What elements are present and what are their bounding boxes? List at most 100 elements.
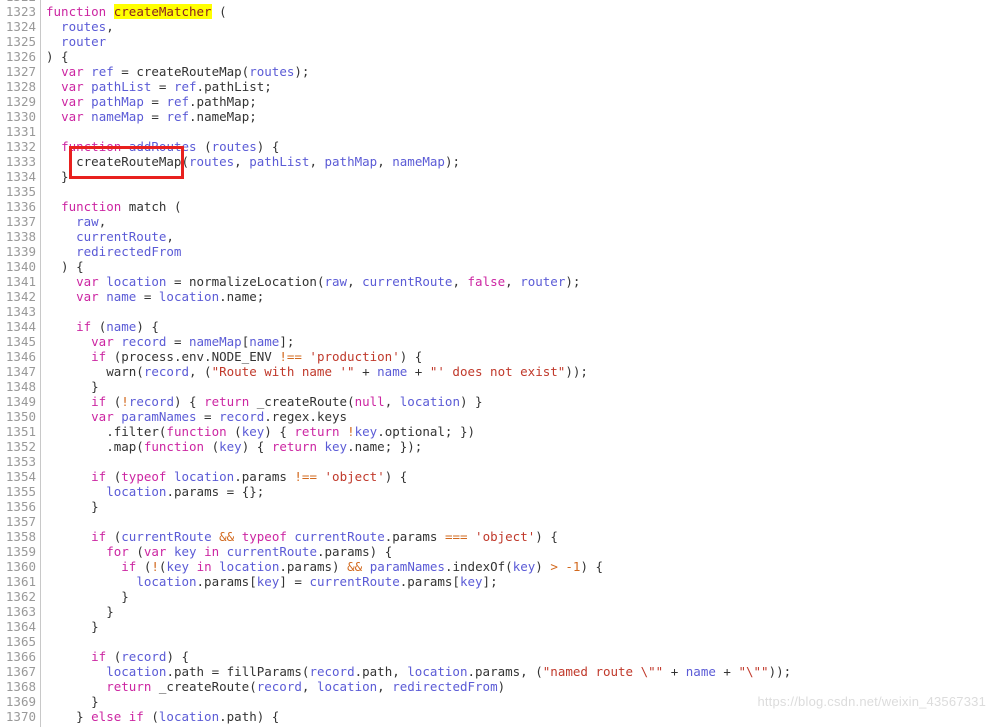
code-line[interactable]: 1338 currentRoute, <box>0 229 994 244</box>
code-token: === <box>444 529 468 544</box>
code-line[interactable]: 1332 function addRoutes (routes) { <box>0 139 994 154</box>
code-line[interactable]: 1333 createRouteMap(routes, pathList, pa… <box>0 154 994 169</box>
code-line[interactable]: 1346 if (process.env.NODE_ENV !== 'produ… <box>0 349 994 364</box>
code-line[interactable]: 1350 var paramNames = record.regex.keys <box>0 409 994 424</box>
code-token: key <box>324 439 348 454</box>
code-line[interactable]: 1361 location.params[key] = currentRoute… <box>0 574 994 589</box>
code-line[interactable]: 1327 var ref = createRouteMap(routes); <box>0 64 994 79</box>
code-line[interactable]: 1366 if (record) { <box>0 649 994 664</box>
code-token: createRouteMap( <box>46 154 189 169</box>
code-line-text: } <box>36 499 99 514</box>
code-token: .optional; }) <box>377 424 476 439</box>
code-line-text: for (var key in currentRoute.params) { <box>36 544 392 559</box>
code-line[interactable]: 1363 } <box>0 604 994 619</box>
code-token: routes <box>189 154 235 169</box>
code-line-list[interactable]: 13221323function createMatcher (1324 rou… <box>0 0 994 724</box>
code-token: , <box>106 19 114 34</box>
code-token: in <box>196 559 212 574</box>
code-line-text: raw, <box>36 214 106 229</box>
code-line[interactable]: 1343 <box>0 304 994 319</box>
code-token: .regex.keys <box>264 409 348 424</box>
code-token: = <box>136 289 159 304</box>
code-token: ref <box>166 109 190 124</box>
code-token: = createRouteMap( <box>113 64 250 79</box>
line-number: 1357 <box>5 514 36 529</box>
code-line[interactable]: 1359 for (var key in currentRoute.params… <box>0 544 994 559</box>
code-line[interactable]: 1349 if (!record) { return _createRoute(… <box>0 394 994 409</box>
code-token: , <box>234 154 250 169</box>
code-token: .indexOf( <box>444 559 513 574</box>
code-token: function <box>166 424 227 439</box>
code-line[interactable]: 1339 redirectedFrom <box>0 244 994 259</box>
code-line[interactable]: 1353 <box>0 454 994 469</box>
code-token: .name; }); <box>347 439 423 454</box>
code-token: if <box>121 559 137 574</box>
code-token: } <box>46 604 114 619</box>
code-line[interactable]: 1330 var nameMap = ref.nameMap; <box>0 109 994 124</box>
code-token: var <box>91 409 114 424</box>
code-line[interactable]: 1354 if (typeof location.params !== 'obj… <box>0 469 994 484</box>
code-line[interactable]: 1344 if (name) { <box>0 319 994 334</box>
code-token: currentRoute <box>226 544 317 559</box>
code-line[interactable]: 1352 .map(function (key) { return key.na… <box>0 439 994 454</box>
code-line[interactable]: 1334 } <box>0 169 994 184</box>
code-line-text: if (name) { <box>36 319 159 334</box>
code-token: return <box>294 424 340 439</box>
code-line[interactable]: 1368 return _createRoute(record, locatio… <box>0 679 994 694</box>
code-line[interactable]: 1331 <box>0 124 994 139</box>
code-line-text: } <box>36 169 69 184</box>
code-line[interactable]: 1329 var pathMap = ref.pathMap; <box>0 94 994 109</box>
code-line-text: .filter(function (key) { return !key.opt… <box>36 424 475 439</box>
code-line[interactable]: 1342 var name = location.name; <box>0 289 994 304</box>
line-number: 1323 <box>5 4 36 19</box>
code-token: _createRoute( <box>249 394 355 409</box>
code-line[interactable]: 1362 } <box>0 589 994 604</box>
code-line[interactable]: 1326) { <box>0 49 994 64</box>
code-viewer[interactable]: 13221323function createMatcher (1324 rou… <box>0 0 994 727</box>
code-line[interactable]: 1358 if (currentRoute && typeof currentR… <box>0 529 994 544</box>
code-token: } <box>46 499 99 514</box>
code-line[interactable]: 1364 } <box>0 619 994 634</box>
code-line[interactable]: 1328 var pathList = ref.pathList; <box>0 79 994 94</box>
code-line[interactable]: 1324 routes, <box>0 19 994 34</box>
code-line[interactable]: 1341 var location = normalizeLocation(ra… <box>0 274 994 289</box>
code-line[interactable]: 1370 } else if (location.path) { <box>0 709 994 724</box>
code-line[interactable]: 1348 } <box>0 379 994 394</box>
code-token: location <box>158 289 220 304</box>
line-number: 1362 <box>5 589 36 604</box>
code-line[interactable]: 1347 warn(record, ("Route with name '" +… <box>0 364 994 379</box>
code-line[interactable]: 1335 <box>0 184 994 199</box>
code-token: ) { <box>136 319 159 334</box>
code-token: )); <box>768 664 792 679</box>
code-token: ); <box>565 274 581 289</box>
code-line[interactable]: 1367 location.path = fillParams(record.p… <box>0 664 994 679</box>
code-line[interactable]: 1336 function match ( <box>0 199 994 214</box>
code-token: ( <box>143 709 159 724</box>
code-line[interactable]: 1360 if (!(key in location.params) && pa… <box>0 559 994 574</box>
code-token: location <box>407 664 468 679</box>
code-token: if <box>91 349 107 364</box>
code-line[interactable]: 1325 router <box>0 34 994 49</box>
code-token: ( <box>204 439 220 454</box>
code-line[interactable]: 1345 var record = nameMap[name]; <box>0 334 994 349</box>
code-token: .params <box>234 469 295 484</box>
code-line[interactable]: 1356 } <box>0 499 994 514</box>
code-line[interactable]: 1323 function createMatcher ( <box>0 4 994 19</box>
code-line[interactable]: 1357 <box>0 514 994 529</box>
line-number: 1355 <box>5 484 36 499</box>
code-line[interactable]: 1355 location.params = {}; <box>0 484 994 499</box>
code-token: name <box>106 319 137 334</box>
code-line[interactable]: 1351 .filter(function (key) { return !ke… <box>0 424 994 439</box>
code-line[interactable]: 1337 raw, <box>0 214 994 229</box>
code-line[interactable]: 1365 <box>0 634 994 649</box>
code-line[interactable]: 1340 ) { <box>0 259 994 274</box>
code-token: , <box>166 229 174 244</box>
code-token: var <box>61 109 84 124</box>
